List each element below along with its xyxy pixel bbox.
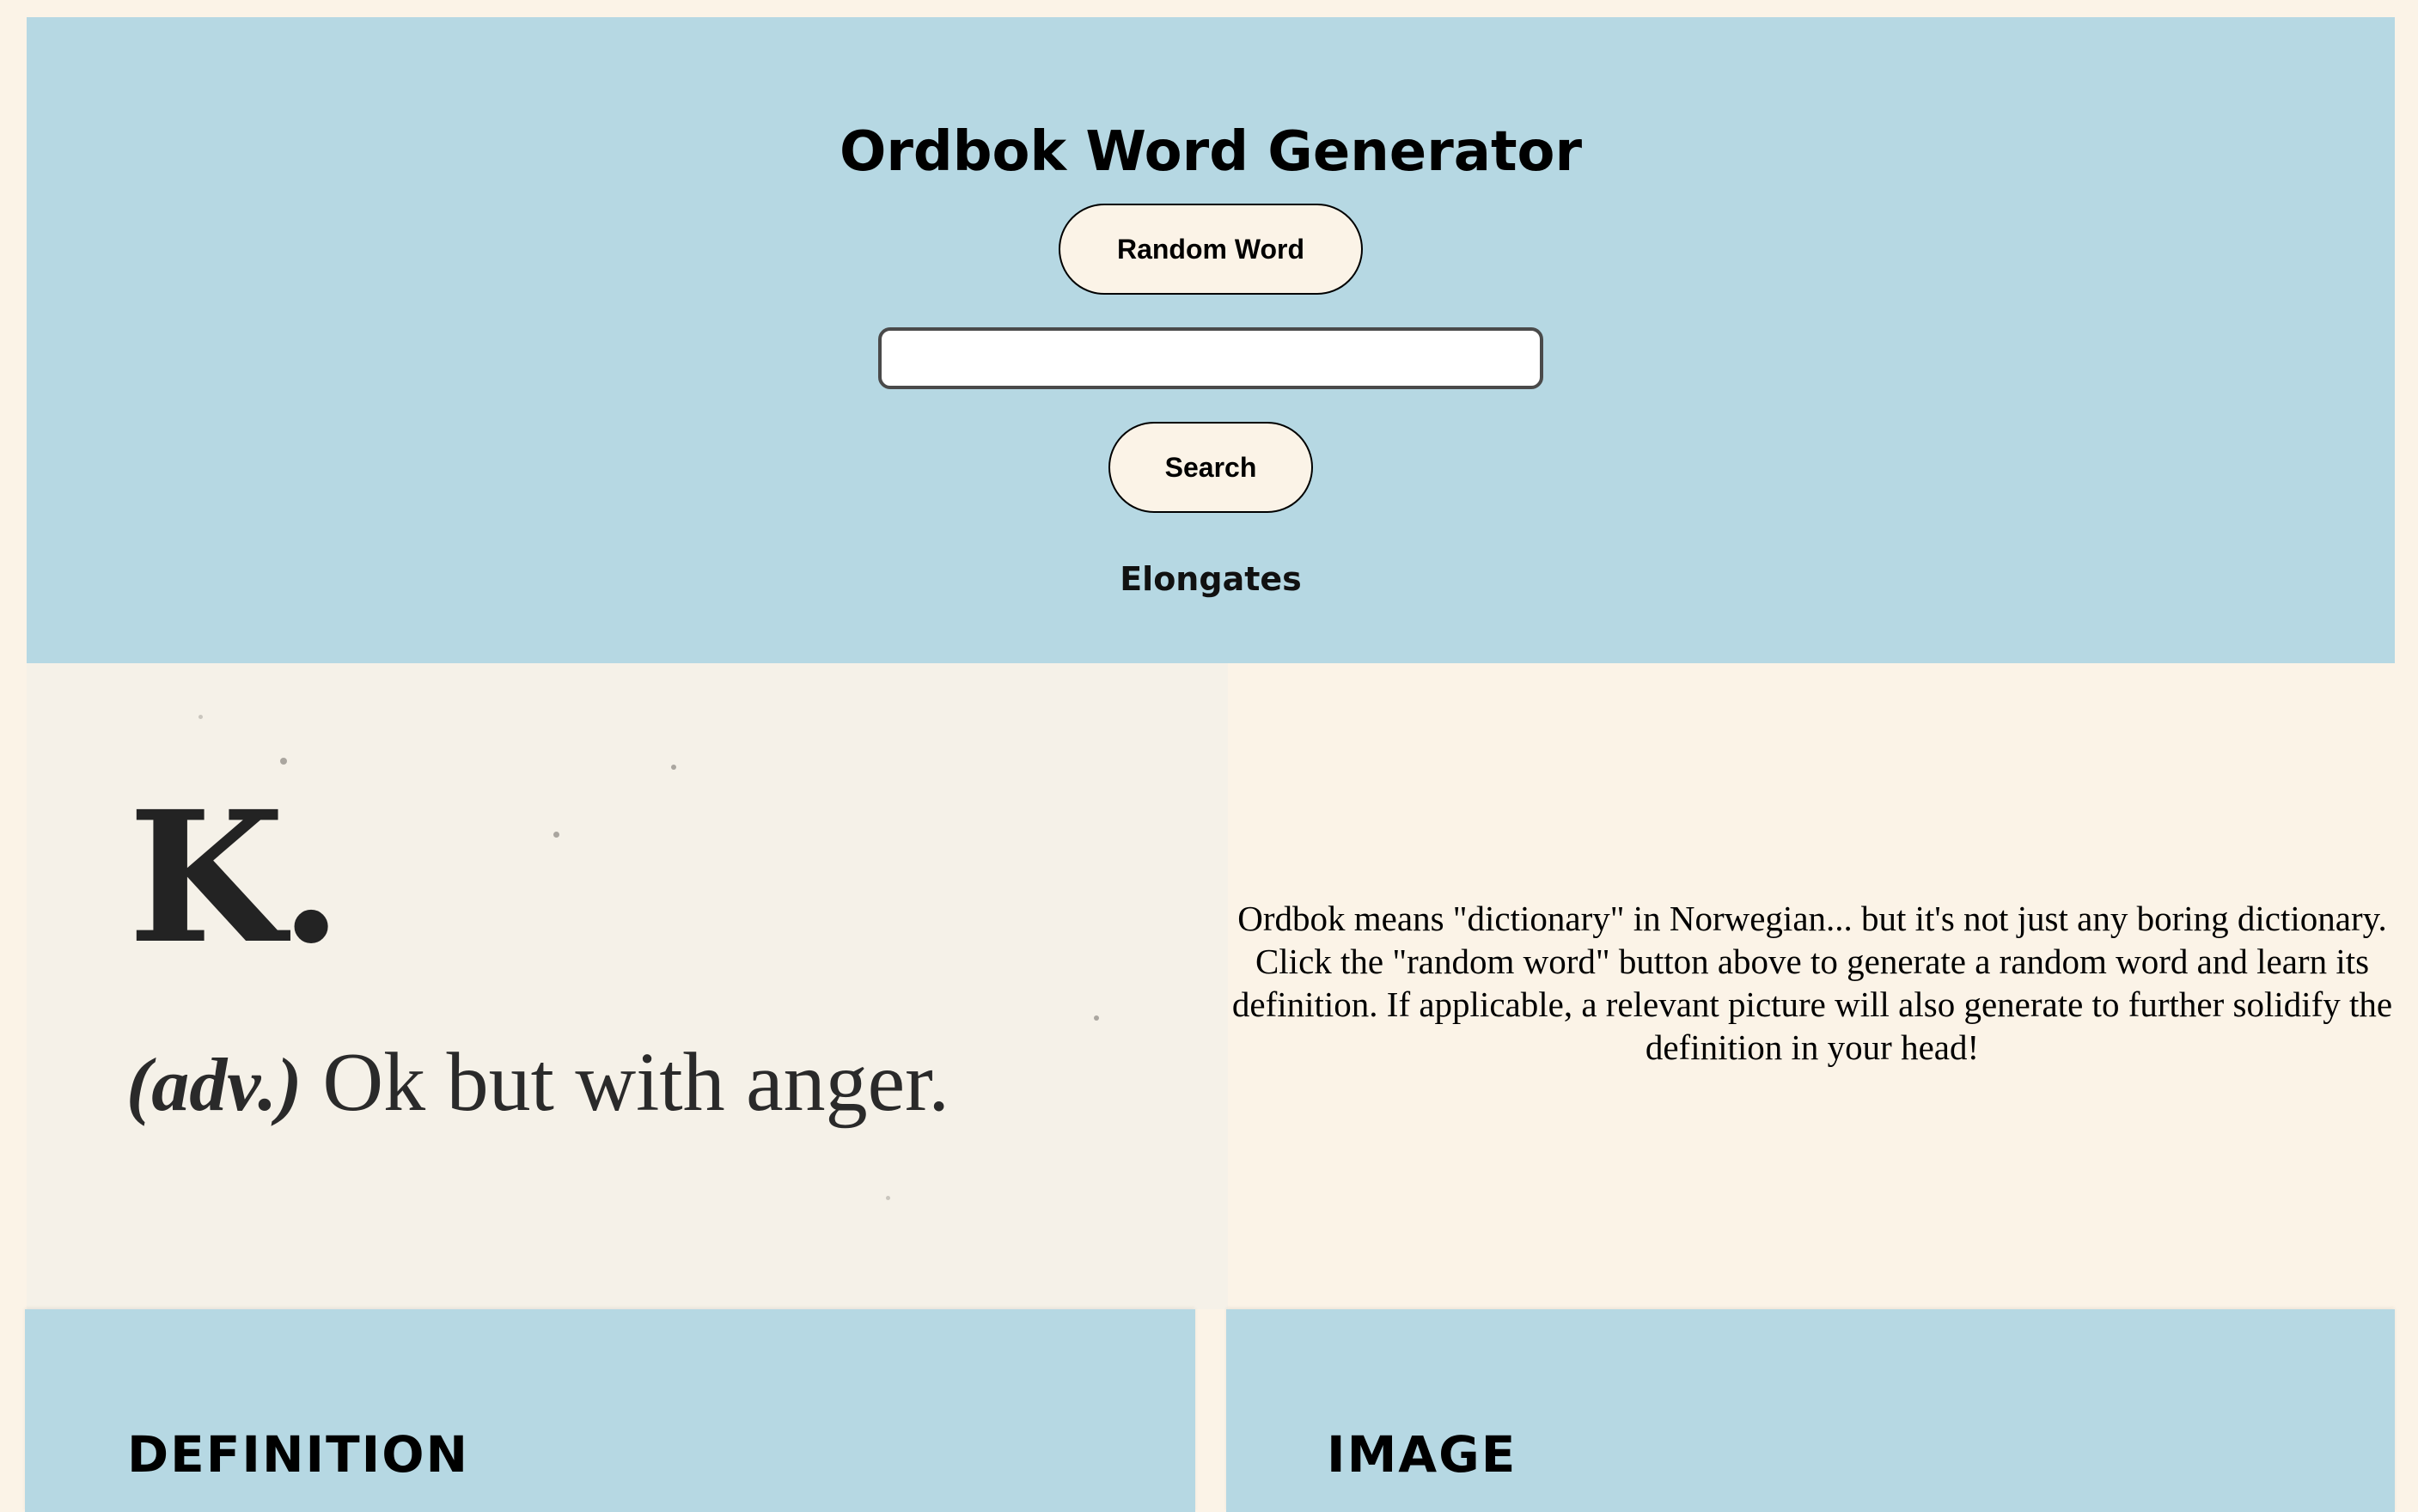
about-description: Ordbok means "dictionary" in Norwegian..… — [1231, 899, 2393, 1067]
current-word: Elongates — [1120, 560, 1302, 598]
definition-panel: DEFINITION — [25, 1309, 1195, 1512]
part-of-speech: (adv.) — [126, 1044, 302, 1127]
search-input[interactable] — [878, 327, 1543, 389]
image-heading: IMAGE — [1327, 1425, 1517, 1484]
hero-definition-line: (adv.) Ok but with anger. — [126, 1031, 949, 1137]
hero-definition-text: Ok but with anger. — [322, 1036, 949, 1129]
header-section: Ordbok Word Generator Random Word Search… — [27, 17, 2395, 663]
page-title: Ordbok Word Generator — [839, 120, 1583, 184]
search-button[interactable]: Search — [1108, 422, 1313, 513]
hero-letter: K. — [128, 771, 343, 984]
hero-definition-image: K. (adv.) Ok but with anger. — [27, 663, 1228, 1309]
image-panel: IMAGE — [1226, 1309, 2395, 1512]
definition-heading: DEFINITION — [127, 1425, 470, 1484]
random-word-button[interactable]: Random Word — [1059, 204, 1363, 295]
